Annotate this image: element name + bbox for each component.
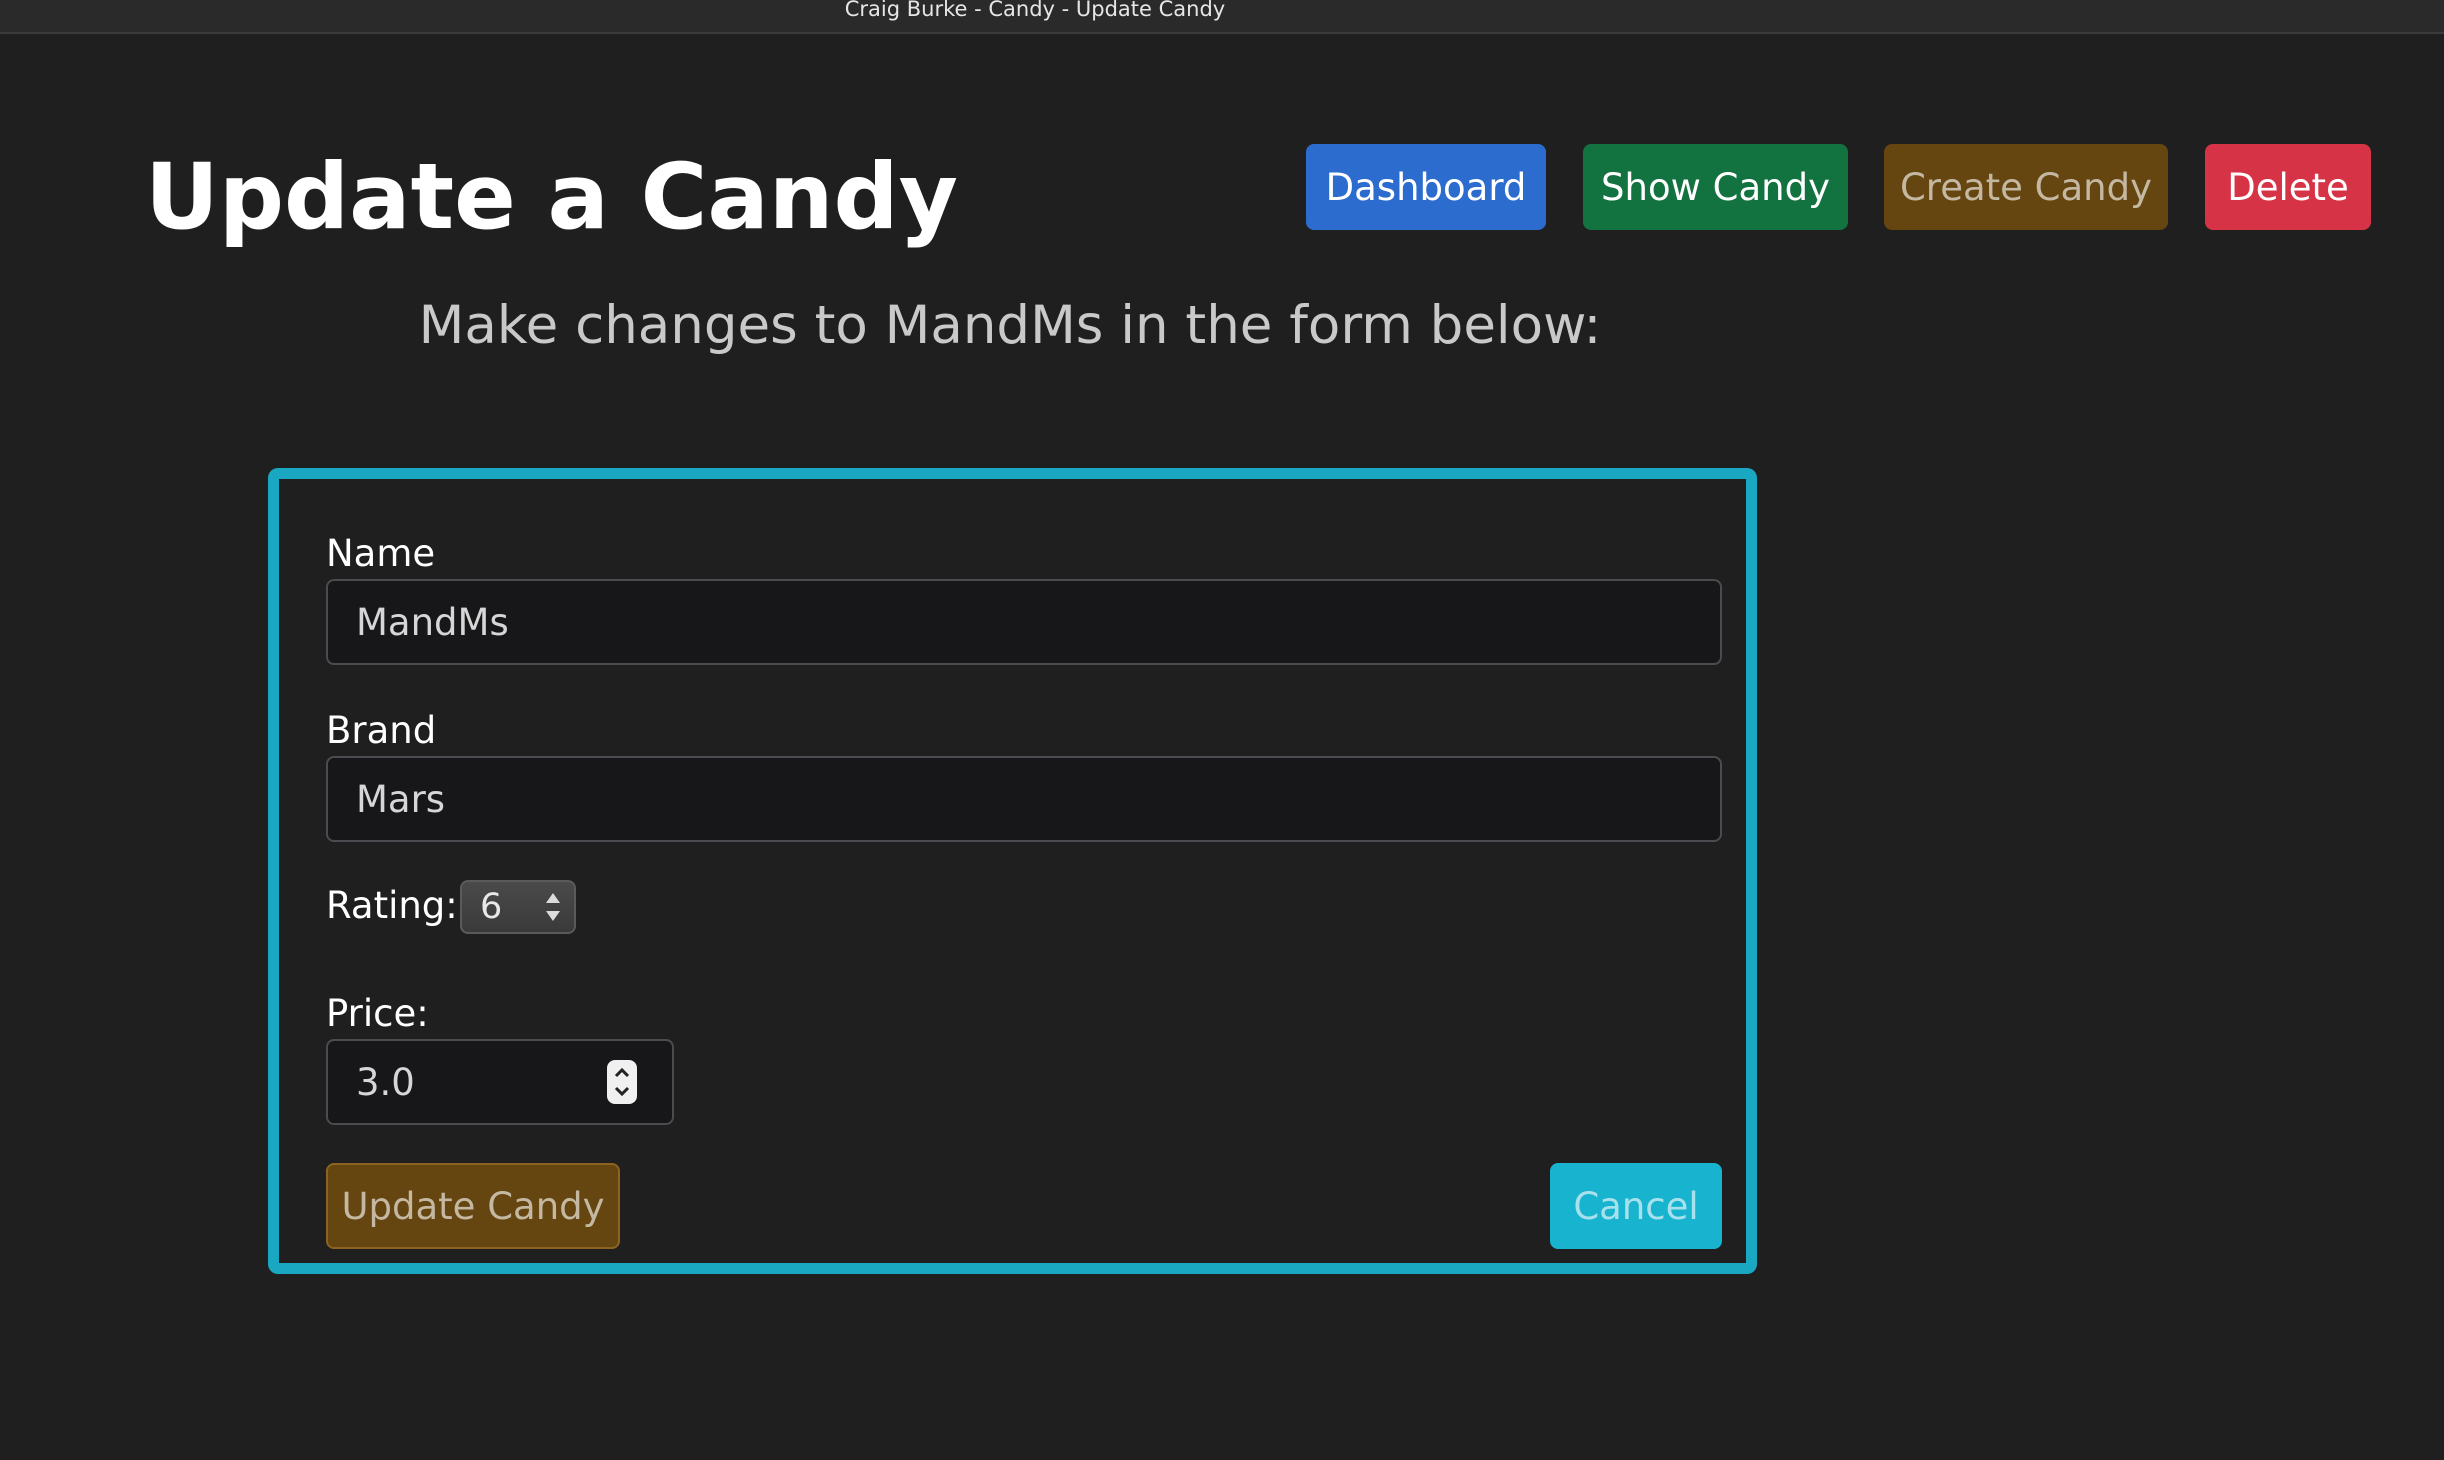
rating-label: Rating: [326, 884, 458, 927]
rating-select[interactable]: 6 [460, 880, 576, 934]
create-candy-button[interactable]: Create Candy [1884, 144, 2168, 230]
rating-select-value: 6 [480, 887, 503, 927]
name-input-value: MandMs [356, 600, 509, 644]
price-input[interactable]: 3.0 [326, 1039, 674, 1125]
name-label: Name [326, 532, 436, 575]
show-candy-button[interactable]: Show Candy [1583, 144, 1848, 230]
window-title: Craig Burke - Candy - Update Candy [844, 0, 1226, 21]
update-candy-button[interactable]: Update Candy [326, 1163, 620, 1249]
price-stepper[interactable] [607, 1060, 637, 1104]
price-input-value: 3.0 [356, 1060, 415, 1104]
update-candy-form: Name MandMs Brand Mars Rating: 6 Price: … [268, 468, 1757, 1274]
brand-input[interactable]: Mars [326, 756, 1722, 842]
stepper-arrows-icon [614, 1067, 630, 1097]
name-input[interactable]: MandMs [326, 579, 1722, 665]
window-titlebar: Craig Burke - Candy - Update Candy [0, 0, 2444, 34]
cancel-button[interactable]: Cancel [1550, 1163, 1722, 1249]
brand-input-value: Mars [356, 777, 446, 821]
delete-button[interactable]: Delete [2205, 144, 2371, 230]
brand-label: Brand [326, 709, 437, 752]
page-title: Update a Candy [145, 145, 959, 250]
select-arrows-icon [546, 893, 560, 921]
dashboard-button[interactable]: Dashboard [1306, 144, 1546, 230]
form-subtitle: Make changes to MandMs in the form below… [418, 295, 1602, 356]
price-label: Price: [326, 992, 429, 1035]
